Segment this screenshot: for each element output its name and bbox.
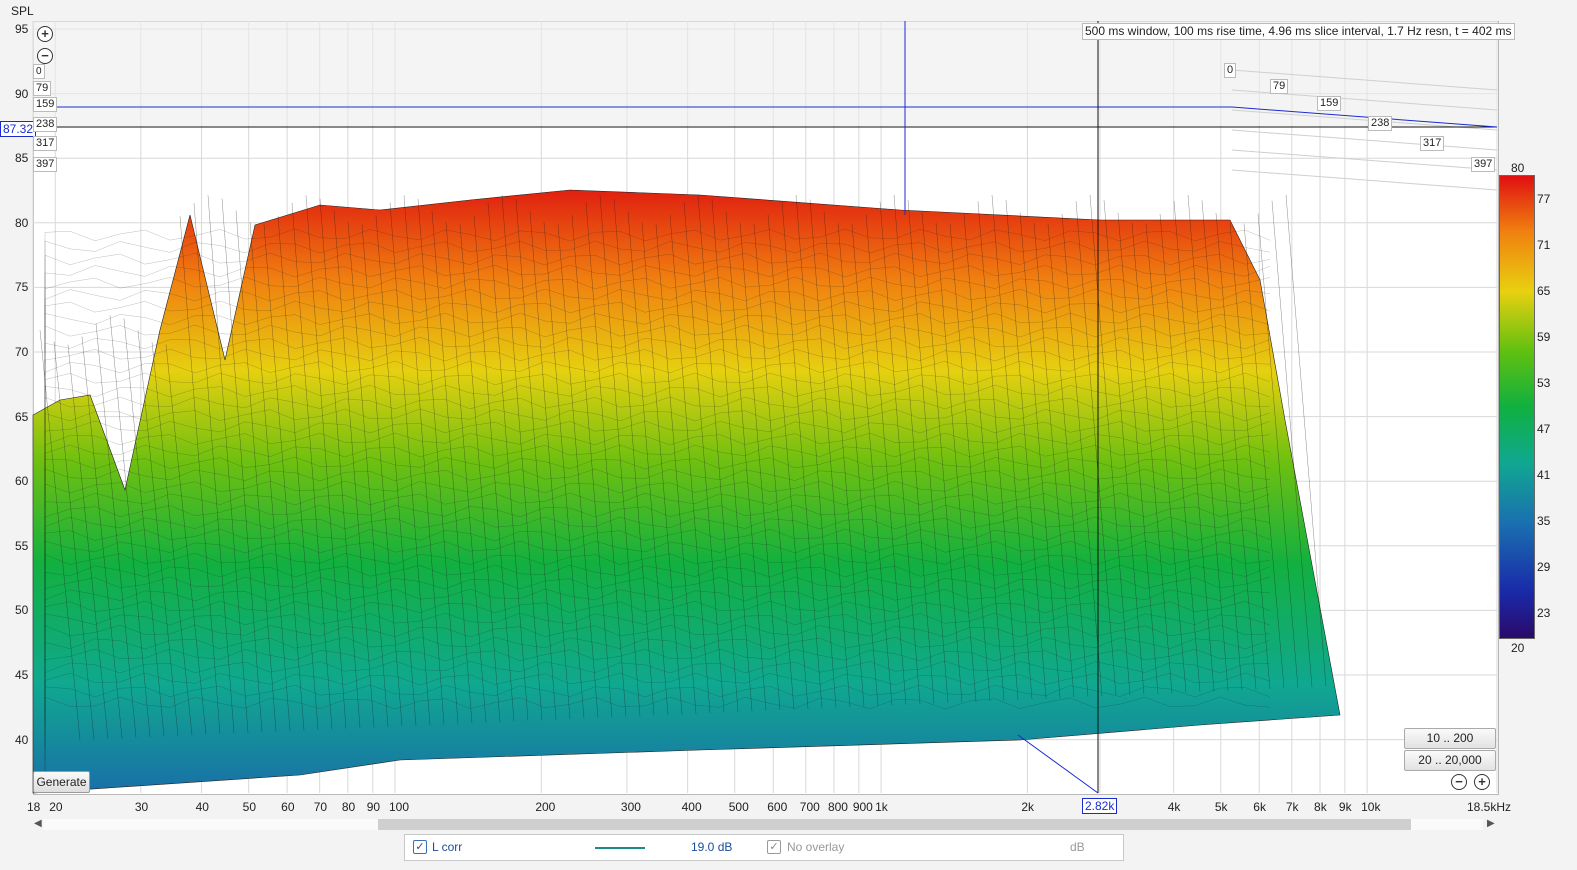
color-scale-tick: 29: [1537, 560, 1551, 574]
time-label-left-238: 238: [33, 117, 58, 132]
x-tick-label: 5k: [1214, 800, 1228, 814]
floor-cursor-line: [1017, 734, 1099, 794]
y-axis-title: SPL: [11, 4, 34, 18]
color-scale-tick: 35: [1537, 514, 1551, 528]
x-tick-label: 40: [195, 800, 209, 814]
y-tick-label: 40: [15, 732, 29, 747]
color-scale-tick: 59: [1537, 330, 1551, 344]
time-label-right-397: 397: [1471, 157, 1496, 172]
x-tick-label: 100: [388, 800, 410, 814]
time-label-left-79: 79: [33, 81, 52, 96]
x-tick-label: 18.5kHz: [1467, 800, 1512, 814]
x-tick-label: 6k: [1253, 800, 1266, 814]
x-tick-label: 50: [242, 800, 257, 814]
color-scale-tick: 47: [1537, 422, 1551, 436]
y-tick-label: 45: [15, 668, 29, 682]
color-scale-tick: 41: [1537, 468, 1551, 482]
color-scale-bar: [1499, 175, 1535, 639]
y-tick-label: 85: [15, 151, 29, 166]
x-tick-label: 7k: [1285, 800, 1299, 814]
range-20-20000-button[interactable]: 20 .. 20,000: [1404, 750, 1496, 771]
waterfall-plot: [32, 21, 1498, 794]
x-tick-label: 1k: [875, 800, 888, 814]
x-tick-label: 300: [620, 800, 641, 814]
x-tick-label: 800: [827, 800, 848, 814]
y-tick-label: 55: [15, 538, 29, 553]
zoom-in-y-icon[interactable]: +: [37, 26, 53, 42]
x-tick-label: 600: [767, 800, 788, 814]
color-scale-tick: 23: [1537, 606, 1551, 620]
x-tick-label: 2k: [1021, 800, 1035, 814]
x-tick-label: 700: [799, 800, 820, 814]
color-scale-tick: 77: [1537, 192, 1551, 206]
zoom-out-y-icon[interactable]: −: [37, 48, 53, 64]
overlay-label: No overlay: [787, 840, 845, 854]
color-scale-tick: 71: [1537, 238, 1551, 252]
time-label-right-317: 317: [1420, 136, 1445, 151]
range-10-200-button[interactable]: 10 .. 200: [1404, 728, 1496, 749]
x-tick-label: 8k: [1314, 800, 1327, 814]
time-label-right-0: 0: [1224, 63, 1237, 78]
y-tick-label: 60: [15, 474, 29, 489]
x-cursor-readout: 2.82k: [1082, 798, 1118, 814]
x-tick-label: 20: [49, 800, 63, 814]
scroll-left-icon[interactable]: ◀: [34, 818, 42, 829]
waterfall-window: SPL 95 90 85 80 75 70 65 60 55 50 45 40 87.32 18 20 3…: [0, 0, 1577, 870]
x-tick-label: 90: [366, 800, 381, 814]
y-tick-label: 75: [15, 280, 29, 295]
x-tick-label: 9k: [1338, 800, 1352, 814]
y-tick-label: 95: [15, 22, 29, 36]
legend-panel: ✓ L corr 19.0 dB ✓ No overlay dB: [404, 834, 1124, 861]
time-label-right-79: 79: [1270, 79, 1289, 94]
waterfall-info-text: 500 ms window, 100 ms rise time, 4.96 ms…: [1082, 23, 1515, 40]
trace-value: 19.0 dB: [691, 840, 733, 854]
overlay-checkbox[interactable]: ✓: [767, 840, 781, 854]
trace-color-swatch: [595, 847, 645, 849]
overlay-unit: dB: [1070, 840, 1085, 854]
time-label-left-317: 317: [33, 136, 58, 151]
zoom-in-x-icon[interactable]: +: [1474, 774, 1490, 790]
zoom-out-x-icon[interactable]: −: [1451, 774, 1467, 790]
time-label-left-159: 159: [33, 97, 58, 112]
y-tick-label: 50: [15, 603, 29, 618]
color-scale-tick: 65: [1537, 284, 1551, 298]
color-scale-bottom: 20: [1511, 641, 1525, 655]
x-tick-label: 60: [281, 800, 295, 814]
time-label-right-238: 238: [1368, 116, 1393, 131]
x-tick-label: 10k: [1361, 800, 1381, 814]
scrollbar-thumb[interactable]: [378, 819, 1411, 830]
time-label-right-159: 159: [1317, 96, 1342, 111]
scroll-right-icon[interactable]: ▶: [1487, 818, 1495, 829]
x-tick-label: 18: [27, 800, 41, 814]
y-tick-label: 90: [15, 86, 29, 101]
color-scale-top: 80: [1511, 161, 1525, 175]
x-tick-label: 80: [341, 800, 356, 814]
y-tick-label: 70: [15, 345, 29, 359]
y-cursor-readout: 87.32: [0, 121, 37, 137]
x-tick-label: 4k: [1167, 800, 1181, 814]
trace-visible-checkbox[interactable]: ✓: [413, 840, 427, 854]
y-tick-label: 65: [15, 409, 29, 424]
waterfall-surface: [32, 189, 1341, 794]
x-tick-label: 500: [728, 800, 749, 814]
x-tick-label: 900: [852, 800, 873, 814]
x-tick-label: 70: [313, 800, 328, 814]
time-label-left-0: 0: [33, 64, 45, 79]
time-label-left-397: 397: [33, 157, 58, 172]
x-tick-label: 200: [535, 800, 556, 814]
generate-button[interactable]: Generate: [33, 771, 90, 793]
color-scale-tick: 53: [1537, 376, 1551, 390]
x-tick-label: 30: [134, 800, 149, 814]
trace-name[interactable]: L corr: [432, 840, 462, 854]
y-tick-label: 80: [15, 215, 29, 230]
x-tick-label: 400: [681, 800, 702, 814]
